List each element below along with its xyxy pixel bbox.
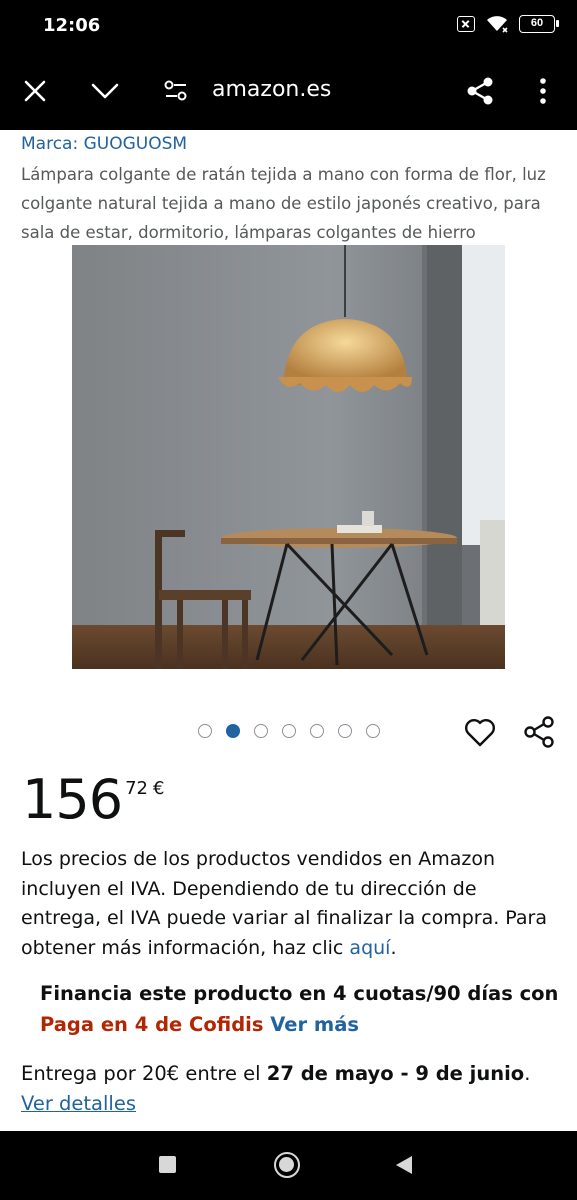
- more-info-link[interactable]: aquí: [349, 937, 390, 959]
- share-button[interactable]: [460, 71, 500, 111]
- delivery-suffix: .: [524, 1062, 531, 1085]
- more-vert-icon: [540, 78, 546, 104]
- carousel-dot-4[interactable]: [282, 724, 296, 738]
- carousel-dot-1[interactable]: [198, 724, 212, 738]
- close-icon: [24, 80, 46, 102]
- home-circle-icon[interactable]: [274, 1152, 300, 1178]
- carousel-dot-7[interactable]: [366, 724, 380, 738]
- price-whole: 156: [22, 768, 123, 831]
- status-icons: 60: [457, 15, 559, 33]
- delivery-info: Entrega por 20€ entre el 27 de mayo - 9 …: [21, 1059, 561, 1119]
- share-icon: [467, 77, 493, 105]
- site-settings-icon: [164, 80, 187, 101]
- chevron-down-icon: [91, 83, 119, 99]
- carousel-dot-2[interactable]: [226, 724, 240, 738]
- collapse-button[interactable]: [85, 71, 125, 111]
- tax-notice: Los precios de los productos vendidos en…: [21, 845, 561, 963]
- tax-notice-text: Los precios de los productos vendidos en…: [21, 848, 548, 959]
- product-share-button[interactable]: [521, 714, 557, 750]
- price-currency: €: [152, 778, 165, 799]
- status-bar: 12:06 60: [0, 0, 577, 52]
- image-carousel-dots: [198, 724, 380, 738]
- wifi-icon: [487, 16, 508, 33]
- heart-icon: [465, 719, 495, 747]
- more-button[interactable]: [523, 71, 563, 111]
- close-button[interactable]: [15, 71, 55, 111]
- site-settings-button[interactable]: [156, 71, 196, 111]
- back-triangle-icon[interactable]: [396, 1156, 412, 1174]
- product-photo: [72, 245, 505, 669]
- sim-x-icon: [457, 16, 475, 32]
- url-text[interactable]: amazon.es: [212, 77, 331, 102]
- browser-toolbar: amazon.es: [0, 52, 577, 130]
- tax-notice-end: .: [390, 936, 397, 959]
- wishlist-button[interactable]: [463, 716, 497, 750]
- product-image[interactable]: [72, 245, 505, 669]
- carousel-dot-6[interactable]: [338, 724, 352, 738]
- carousel-dot-5[interactable]: [310, 724, 324, 738]
- status-time: 12:06: [43, 15, 101, 36]
- share-icon: [524, 716, 554, 748]
- delivery-prefix: Entrega por 20€ entre el: [21, 1062, 267, 1085]
- system-nav-bar: [0, 1131, 577, 1200]
- recents-square-icon[interactable]: [159, 1156, 176, 1173]
- financing-text: Financia este producto en 4 cuotas/90 dí…: [40, 982, 559, 1005]
- financing-offer: Financia este producto en 4 cuotas/90 dí…: [40, 978, 560, 1040]
- ver-detalles-link[interactable]: Ver detalles: [21, 1092, 136, 1115]
- ver-mas-link[interactable]: Ver más: [270, 1013, 359, 1036]
- cofidis-label: Paga en 4 de Cofidis: [40, 1013, 264, 1036]
- price: 156 72 €: [22, 770, 164, 830]
- battery-icon: 60: [519, 15, 559, 33]
- delivery-dates: 27 de mayo - 9 de junio: [266, 1062, 525, 1085]
- product-title: Lámpara colgante de ratán tejida a mano …: [21, 165, 546, 242]
- carousel-dot-3[interactable]: [254, 724, 268, 738]
- brand-link[interactable]: Marca: GUOGUOSM: [21, 134, 187, 154]
- price-fraction: 72: [125, 778, 148, 799]
